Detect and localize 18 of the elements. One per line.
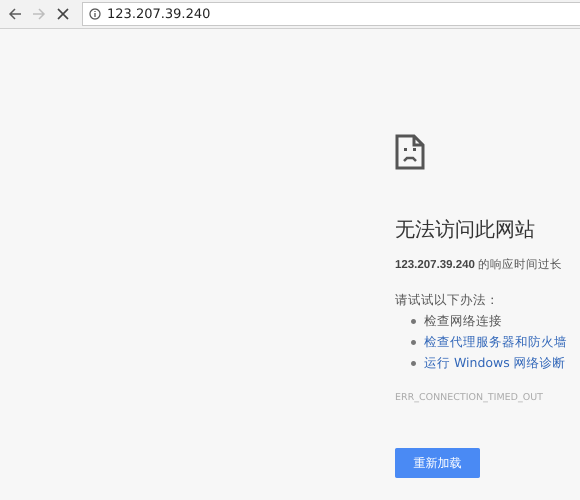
suggestion-link[interactable]: 检查代理服务器和防火墙 xyxy=(424,334,567,351)
error-code: ERR_CONNECTION_TIMED_OUT xyxy=(395,392,543,403)
reload-button[interactable]: 重新加载 xyxy=(395,448,480,478)
bullet-icon xyxy=(411,340,416,345)
address-bar[interactable]: 123.207.39.240 xyxy=(82,2,580,26)
back-arrow-icon xyxy=(8,7,22,21)
bullet-icon xyxy=(411,361,416,366)
forward-arrow-icon xyxy=(32,7,46,21)
suggestion-link[interactable]: 运行 Windows 网络诊断 xyxy=(424,355,566,372)
error-title: 无法访问此网站 xyxy=(395,216,535,243)
info-icon xyxy=(89,8,101,20)
error-message: 123.207.39.240 的响应时间过长 xyxy=(395,258,562,272)
url-text: 123.207.39.240 xyxy=(107,6,210,22)
close-icon xyxy=(57,8,69,20)
sad-page-icon xyxy=(395,134,425,170)
suggestion-text: 检查网络连接 xyxy=(424,313,502,330)
bullet-icon xyxy=(411,319,416,324)
suggestions-heading: 请试试以下办法： xyxy=(395,292,499,309)
